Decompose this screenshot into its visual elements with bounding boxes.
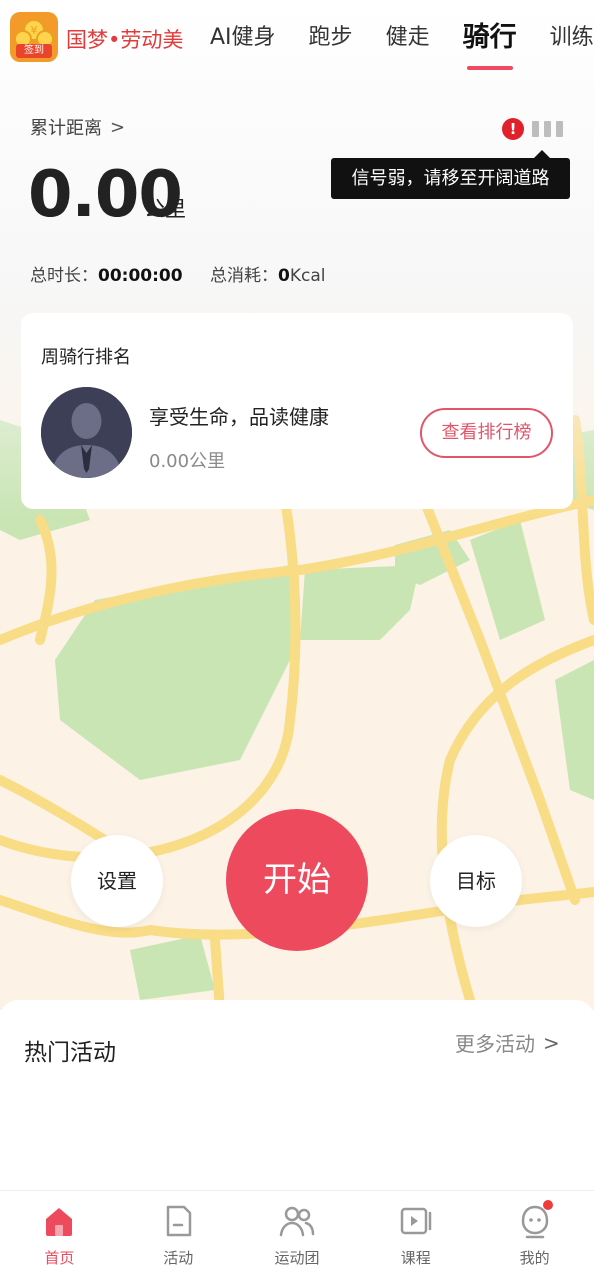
bottom-navigation: 首页 活动 运动团 课程 我的 (0, 1190, 594, 1280)
home-icon (46, 1208, 73, 1236)
tab-cycling[interactable]: 骑行 (463, 18, 517, 70)
nav-home-label: 首页 (44, 1249, 75, 1267)
more-activities-link[interactable]: 更多活动 > (455, 1028, 560, 1057)
notification-dot (543, 1200, 553, 1210)
goal-button[interactable]: 目标 (430, 835, 522, 927)
nav-group-label: 运动团 (274, 1249, 320, 1267)
nav-course-label: 课程 (400, 1249, 431, 1267)
video-icon (400, 1207, 432, 1235)
signal-bar-icon (544, 121, 551, 137)
total-duration-value: 00:00:00 (98, 266, 183, 286)
start-button[interactable]: 开始 (226, 809, 368, 951)
gps-signal-indicator[interactable]: ! (502, 118, 568, 140)
weak-signal-tooltip: 信号弱，请移至开阔道路 (331, 150, 570, 199)
ranking-motto: 享受生命，品读健康 (149, 405, 329, 429)
nav-course[interactable]: 课程 (356, 1191, 475, 1280)
cumulative-distance-link[interactable]: 累计距离 > (30, 114, 125, 140)
sign-in-label: 签到 (16, 44, 52, 58)
ranking-distance: 0.00公里 (149, 451, 226, 472)
hot-activities-title: 热门活动 (24, 1040, 116, 1066)
group-icon (279, 1206, 315, 1237)
hot-activities-section: 热门活动 更多活动 > (0, 1000, 594, 1190)
total-calories: 总消耗：0Kcal (210, 261, 325, 286)
activity-icon (166, 1205, 192, 1237)
more-activities-label: 更多活动 (455, 1032, 535, 1056)
total-calories-label: 总消耗： (210, 266, 278, 286)
nav-activity[interactable]: 活动 (119, 1191, 238, 1280)
total-calories-value: 0 (278, 266, 290, 286)
total-calories-unit: Kcal (289, 266, 326, 286)
total-duration: 总时长：00:00:00 (30, 261, 183, 286)
chevron-right-icon: > (543, 1030, 560, 1055)
nav-group[interactable]: 运动团 (238, 1191, 357, 1280)
signal-bar-icon (532, 121, 539, 137)
warning-icon: ! (502, 118, 524, 140)
tab-training[interactable]: 训练 (550, 18, 594, 58)
signal-bar-icon (556, 121, 563, 137)
ranking-title: 周骑行排名 (41, 347, 131, 368)
tab-running[interactable]: 跑步 (309, 18, 353, 58)
settings-button[interactable]: 设置 (71, 835, 163, 927)
nav-home[interactable]: 首页 (0, 1191, 119, 1280)
weekly-ranking-card: 周骑行排名 享受生命，品读健康 0.00公里 查看排行榜 (21, 313, 573, 509)
sign-in-badge[interactable]: ¥ 签到 (10, 12, 58, 62)
view-leaderboard-button[interactable]: 查看排行榜 (420, 408, 553, 458)
distance-unit: 公里 (144, 197, 186, 221)
top-header: ¥ 签到 国梦•劳动美 AI健身 跑步 健走 骑行 训练 (0, 0, 594, 80)
chevron-right-icon: > (110, 116, 126, 138)
tab-ai-fitness[interactable]: AI健身 (210, 18, 276, 58)
user-silhouette-icon (41, 387, 132, 478)
svg-text:¥: ¥ (31, 24, 38, 37)
total-duration-label: 总时长： (30, 266, 98, 286)
cumulative-distance-label: 累计距离 (30, 118, 102, 139)
nav-activity-label: 活动 (163, 1249, 194, 1267)
nav-profile[interactable]: 我的 (475, 1191, 594, 1280)
brand-title[interactable]: 国梦•劳动美 (66, 24, 183, 54)
avatar[interactable] (41, 387, 132, 478)
sport-tabs: AI健身 跑步 健走 骑行 训练 (210, 18, 594, 70)
nav-profile-label: 我的 (519, 1249, 550, 1267)
tab-walking[interactable]: 健走 (386, 18, 430, 58)
